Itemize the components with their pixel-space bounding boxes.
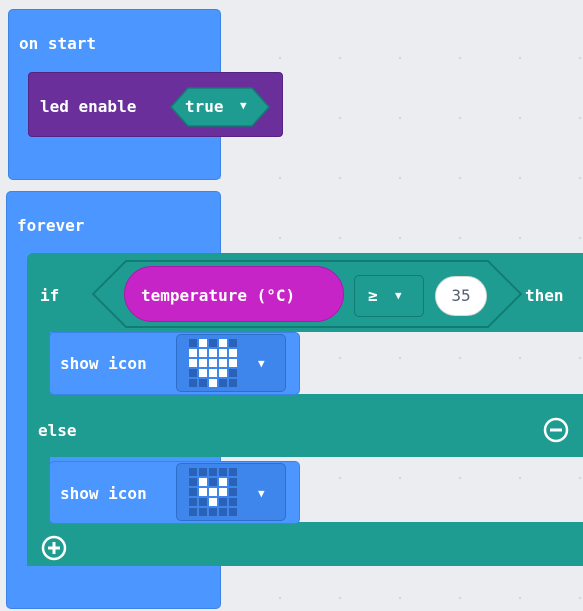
show-icon-label: show icon (60, 484, 147, 503)
forever-label: forever (17, 216, 85, 235)
else-bar (27, 394, 583, 457)
small-heart-icon (188, 467, 238, 517)
led-enable-label: led enable (40, 97, 137, 116)
operator-dropdown[interactable] (354, 275, 424, 317)
if-label: if (40, 286, 60, 305)
chevron-down-icon: ▼ (395, 289, 402, 302)
chevron-down-icon: ▼ (258, 357, 265, 370)
plus-circle-icon (41, 535, 67, 561)
on-start-label: on start (19, 34, 97, 53)
if-footer-bar (27, 522, 583, 566)
remove-else-button[interactable] (543, 417, 569, 443)
boolean-value: true (185, 97, 224, 116)
chevron-down-icon: ▼ (258, 487, 265, 500)
heart-icon (188, 338, 238, 388)
minus-circle-icon (543, 417, 569, 443)
operator-value: ≥ (368, 286, 378, 305)
show-icon-label: show icon (60, 354, 147, 373)
add-else-if-button[interactable] (41, 535, 67, 561)
number-value: 35 (451, 286, 471, 305)
temperature-label: temperature (°C) (141, 286, 296, 305)
chevron-down-icon: ▼ (240, 99, 247, 112)
then-label: then (525, 286, 564, 305)
else-label: else (38, 421, 77, 440)
